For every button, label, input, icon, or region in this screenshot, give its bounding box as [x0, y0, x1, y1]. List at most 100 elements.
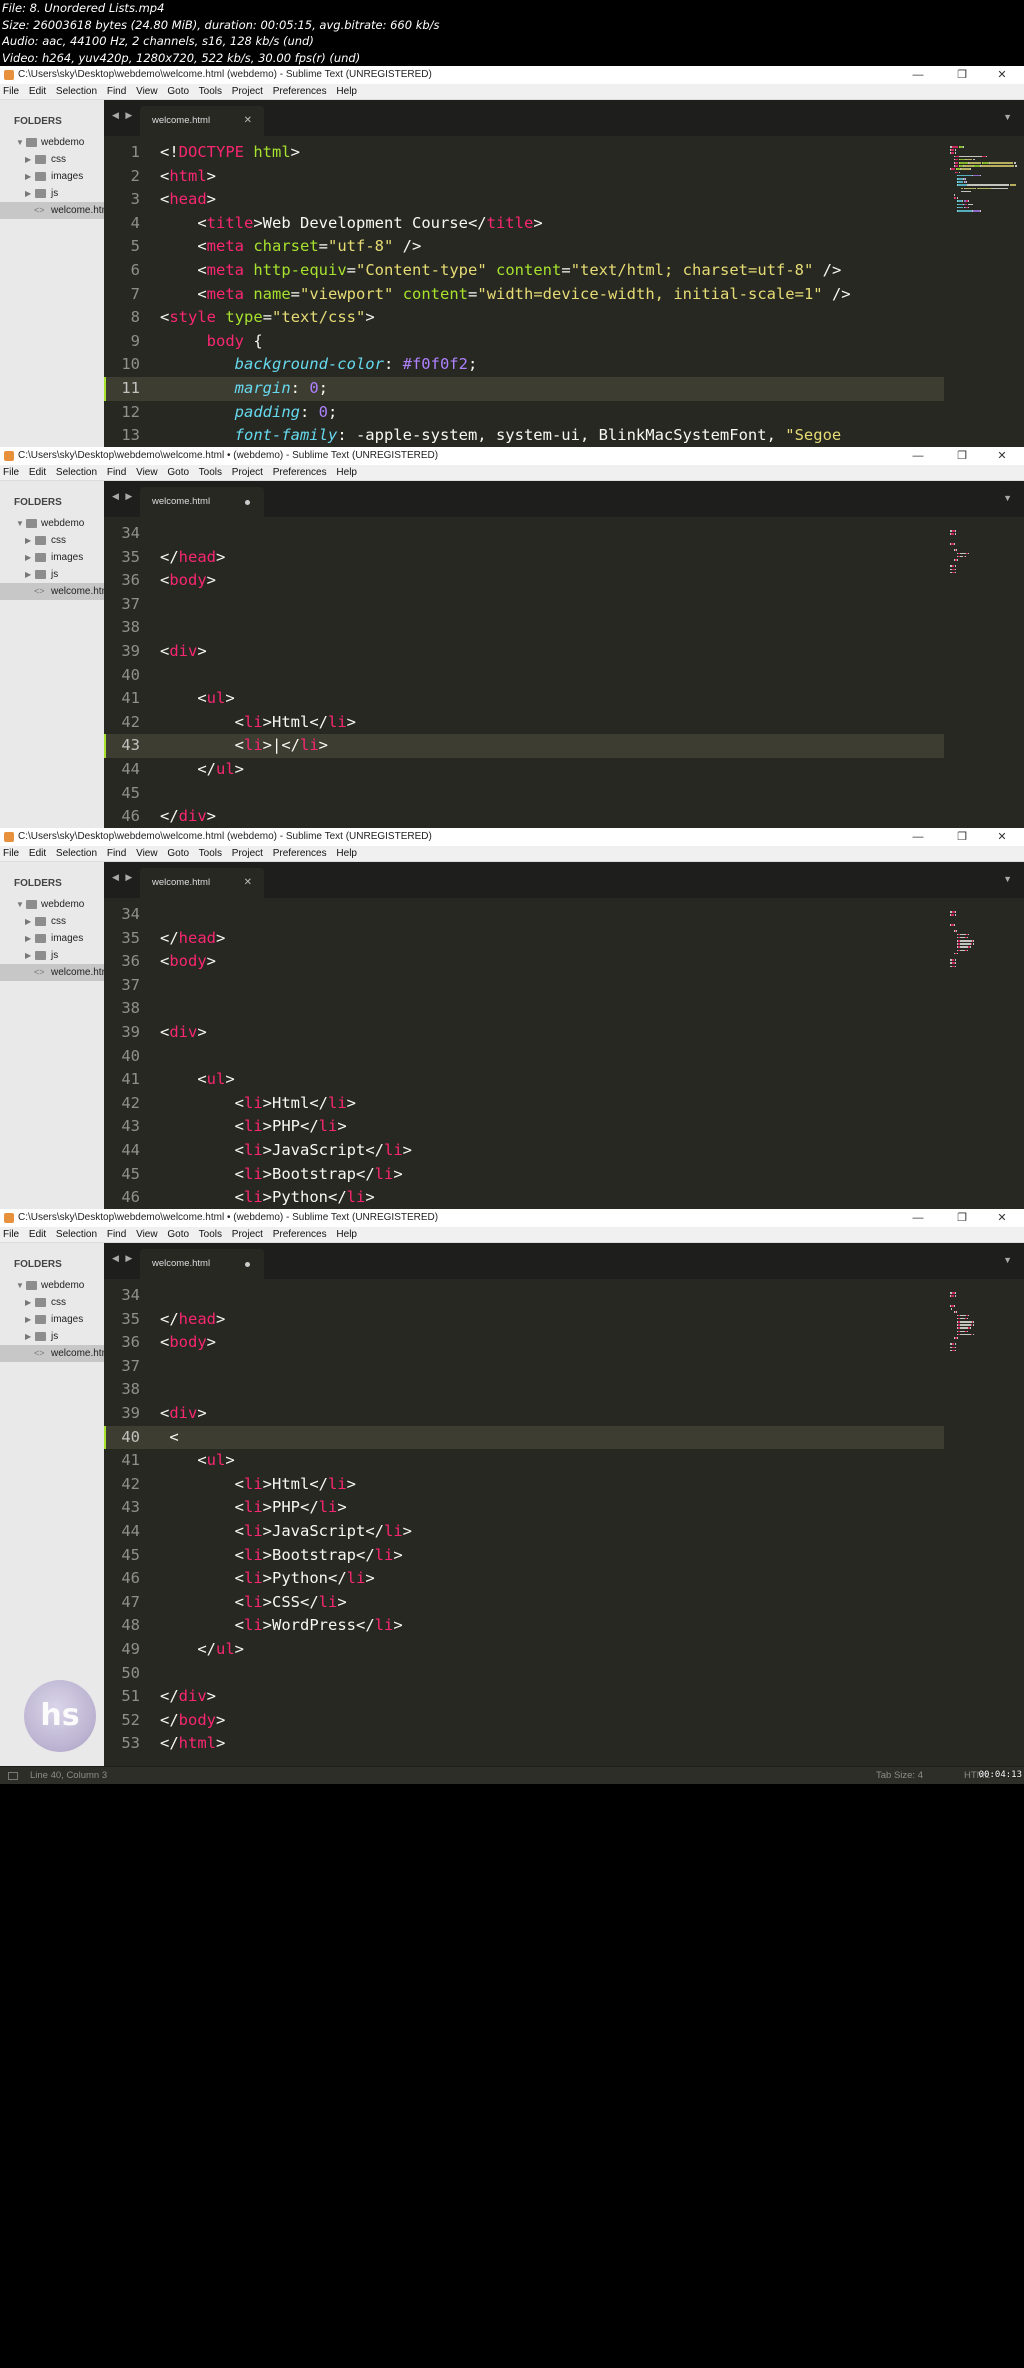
- menu-goto[interactable]: Goto: [167, 848, 189, 859]
- tree-folder-css[interactable]: ▶ css: [0, 1294, 104, 1311]
- code-line[interactable]: 3 <head>: [104, 188, 944, 212]
- menu-preferences[interactable]: Preferences: [273, 467, 327, 478]
- tree-folder-webdemo[interactable]: ▼ webdemo: [0, 896, 104, 913]
- menu-help[interactable]: Help: [336, 86, 357, 97]
- panel-toggle-icon[interactable]: [8, 1772, 18, 1780]
- code-line[interactable]: 46 </div>: [104, 805, 944, 829]
- menu-preferences[interactable]: Preferences: [273, 1229, 327, 1240]
- code-line[interactable]: 45 <li>Bootstrap</li>: [104, 1544, 944, 1568]
- tree-folder-webdemo[interactable]: ▼ webdemo: [0, 515, 104, 532]
- menu-edit[interactable]: Edit: [29, 467, 46, 478]
- code-line[interactable]: 39 <div>: [104, 640, 944, 664]
- code-line[interactable]: 7 <meta name="viewport" content="width=d…: [104, 283, 944, 307]
- menu-find[interactable]: Find: [107, 1229, 126, 1240]
- code-line[interactable]: 34: [104, 1284, 944, 1308]
- tab-nav-arrows-icon[interactable]: ◀ ▶: [112, 110, 134, 121]
- maximize-button[interactable]: ❐: [944, 828, 980, 846]
- tab-size[interactable]: Tab Size: 4: [876, 1767, 923, 1784]
- code-line[interactable]: 46 <li>Python</li>: [104, 1567, 944, 1591]
- menu-view[interactable]: View: [136, 467, 158, 478]
- tree-folder-css[interactable]: ▶ css: [0, 151, 104, 168]
- menu-help[interactable]: Help: [336, 848, 357, 859]
- tree-folder-images[interactable]: ▶ images: [0, 168, 104, 185]
- menu-view[interactable]: View: [136, 848, 158, 859]
- menu-goto[interactable]: Goto: [167, 467, 189, 478]
- tree-folder-js[interactable]: ▶ js: [0, 566, 104, 583]
- menu-tools[interactable]: Tools: [199, 86, 222, 97]
- menu-find[interactable]: Find: [107, 848, 126, 859]
- minimize-button[interactable]: —: [900, 66, 936, 84]
- code-line[interactable]: 42 <li>Html</li>: [104, 711, 944, 735]
- code-line[interactable]: 53 </html>: [104, 1732, 944, 1756]
- menu-tools[interactable]: Tools: [199, 1229, 222, 1240]
- menu-view[interactable]: View: [136, 86, 158, 97]
- tree-file-welcome[interactable]: <> welcome.html: [0, 1345, 104, 1362]
- tree-folder-css[interactable]: ▶ css: [0, 913, 104, 930]
- tab-dropdown-icon[interactable]: ▼: [1003, 493, 1012, 503]
- code-line[interactable]: 8 <style type="text/css">: [104, 306, 944, 330]
- code-line[interactable]: 38: [104, 997, 944, 1021]
- tree-file-welcome[interactable]: <> welcome.html: [0, 964, 104, 981]
- code-line[interactable]: 35 </head>: [104, 546, 944, 570]
- code-line[interactable]: 45 <li>Bootstrap</li>: [104, 1163, 944, 1187]
- code-line[interactable]: 9 body {: [104, 330, 944, 354]
- menu-file[interactable]: File: [3, 1229, 19, 1240]
- code-editor[interactable]: 34 35 </head> 36 <body> 37 38 39 <div> 40 <41 <ul…: [104, 1279, 944, 1766]
- code-line[interactable]: 48 <li>WordPress</li>: [104, 1614, 944, 1638]
- code-line[interactable]: 11 margin: 0;: [104, 377, 944, 401]
- menu-selection[interactable]: Selection: [56, 467, 97, 478]
- code-line[interactable]: 6 <meta http-equiv="Content-type" conten…: [104, 259, 944, 283]
- tree-folder-webdemo[interactable]: ▼ webdemo: [0, 1277, 104, 1294]
- menu-help[interactable]: Help: [336, 467, 357, 478]
- code-line[interactable]: 41 <ul>: [104, 687, 944, 711]
- menu-project[interactable]: Project: [232, 86, 263, 97]
- tree-folder-js[interactable]: ▶ js: [0, 185, 104, 202]
- menu-tools[interactable]: Tools: [199, 467, 222, 478]
- menu-goto[interactable]: Goto: [167, 86, 189, 97]
- code-line[interactable]: 44 <li>JavaScript</li>: [104, 1520, 944, 1544]
- menu-selection[interactable]: Selection: [56, 86, 97, 97]
- close-button[interactable]: ✕: [984, 66, 1020, 84]
- tab-welcome[interactable]: welcome.html: [140, 1249, 264, 1279]
- code-line[interactable]: 34: [104, 522, 944, 546]
- maximize-button[interactable]: ❐: [944, 66, 980, 84]
- menu-edit[interactable]: Edit: [29, 1229, 46, 1240]
- menu-find[interactable]: Find: [107, 467, 126, 478]
- menu-edit[interactable]: Edit: [29, 848, 46, 859]
- code-line[interactable]: 41 <ul>: [104, 1068, 944, 1092]
- code-line[interactable]: 4 <title>Web Development Course</title>: [104, 212, 944, 236]
- tab-dropdown-icon[interactable]: ▼: [1003, 1255, 1012, 1265]
- menu-file[interactable]: File: [3, 86, 19, 97]
- menu-project[interactable]: Project: [232, 1229, 263, 1240]
- menu-selection[interactable]: Selection: [56, 1229, 97, 1240]
- tab-dropdown-icon[interactable]: ▼: [1003, 112, 1012, 122]
- menu-view[interactable]: View: [136, 1229, 158, 1240]
- code-line[interactable]: 43 <li>|</li>: [104, 734, 944, 758]
- menu-project[interactable]: Project: [232, 848, 263, 859]
- tree-folder-images[interactable]: ▶ images: [0, 930, 104, 947]
- code-line[interactable]: 43 <li>PHP</li>: [104, 1115, 944, 1139]
- tab-close-icon[interactable]: ✕: [244, 868, 252, 898]
- code-line[interactable]: 49 </ul>: [104, 1638, 944, 1662]
- close-button[interactable]: ✕: [984, 447, 1020, 465]
- code-line[interactable]: 40: [104, 1045, 944, 1069]
- code-line[interactable]: 38: [104, 1378, 944, 1402]
- menu-selection[interactable]: Selection: [56, 848, 97, 859]
- code-line[interactable]: 47 <li>CSS</li>: [104, 1591, 944, 1615]
- menu-preferences[interactable]: Preferences: [273, 848, 327, 859]
- menu-preferences[interactable]: Preferences: [273, 86, 327, 97]
- close-button[interactable]: ✕: [984, 1209, 1020, 1227]
- tree-folder-js[interactable]: ▶ js: [0, 1328, 104, 1345]
- code-line[interactable]: 36 <body>: [104, 950, 944, 974]
- code-line[interactable]: 13 font-family: -apple-system, system-ui…: [104, 424, 944, 448]
- code-line[interactable]: 52 </body>: [104, 1709, 944, 1733]
- menu-tools[interactable]: Tools: [199, 848, 222, 859]
- code-line[interactable]: 36 <body>: [104, 1331, 944, 1355]
- minimize-button[interactable]: —: [900, 447, 936, 465]
- code-line[interactable]: 40: [104, 664, 944, 688]
- code-line[interactable]: 42 <li>Html</li>: [104, 1092, 944, 1116]
- code-line[interactable]: 50: [104, 1662, 944, 1686]
- code-line[interactable]: 35 </head>: [104, 927, 944, 951]
- tab-unsaved-dot-icon[interactable]: [245, 1262, 250, 1267]
- tree-folder-css[interactable]: ▶ css: [0, 532, 104, 549]
